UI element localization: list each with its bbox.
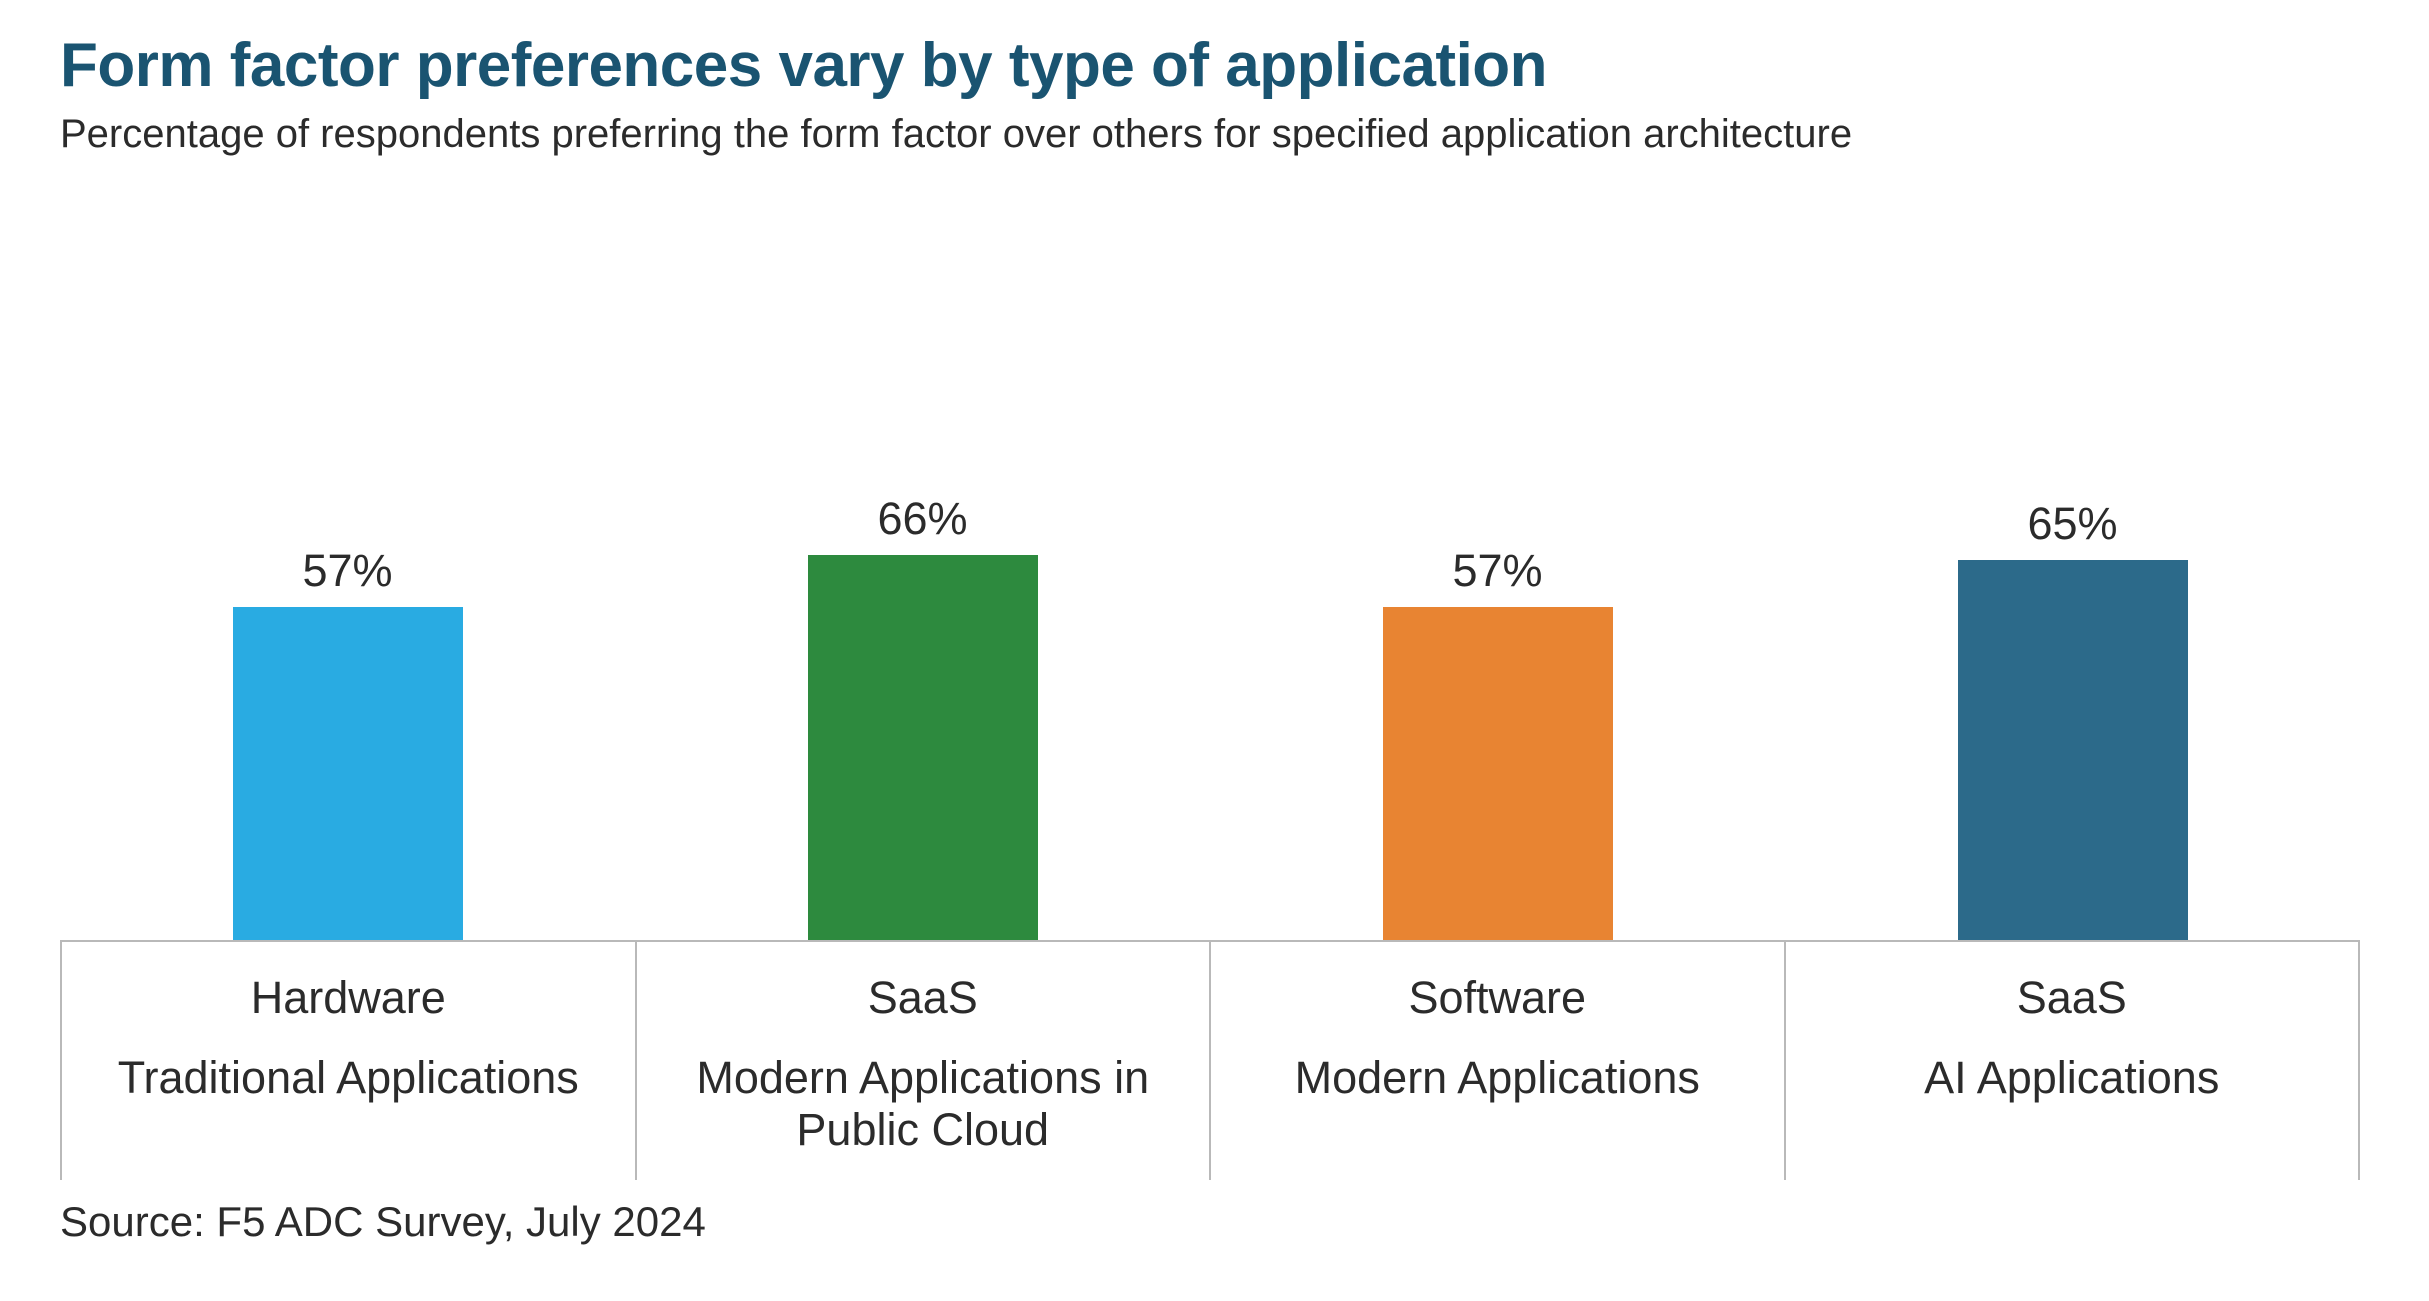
chart-bars: 57% 66% 57% 65%: [60, 210, 2360, 940]
bar-rect: [1383, 607, 1613, 940]
chart-x-axis: Hardware Traditional Applications SaaS M…: [60, 940, 2360, 1180]
bar-value-label: 57%: [1452, 545, 1542, 597]
bar-value-label: 66%: [877, 493, 967, 545]
form-factor-label: Hardware: [62, 972, 635, 1024]
category-label: Modern Applications: [1211, 1052, 1784, 1104]
category-label: Traditional Applications: [62, 1052, 635, 1104]
bar-rect: [233, 607, 463, 940]
category-label: AI Applications: [1786, 1052, 2359, 1104]
bar-slot-1: 66%: [635, 210, 1210, 940]
chart-plot-area: 57% 66% 57% 65% Hardware Traditional App…: [60, 210, 2360, 1240]
bar-value-label: 57%: [302, 545, 392, 597]
chart-source: Source: F5 ADC Survey, July 2024: [60, 1198, 706, 1246]
category-label: Modern Applications in Public Cloud: [637, 1052, 1210, 1156]
bar-rect: [808, 555, 1038, 940]
bar-slot-2: 57%: [1210, 210, 1785, 940]
form-factor-label: Software: [1211, 972, 1784, 1024]
x-axis-cell-0: Hardware Traditional Applications: [60, 940, 635, 1180]
form-factor-label: SaaS: [1786, 972, 2359, 1024]
bar-slot-3: 65%: [1785, 210, 2360, 940]
x-axis-cell-3: SaaS AI Applications: [1784, 940, 2361, 1180]
chart-subtitle: Percentage of respondents preferring the…: [60, 112, 1852, 157]
x-axis-cell-1: SaaS Modern Applications in Public Cloud: [635, 940, 1210, 1180]
chart-page: Form factor preferences vary by type of …: [0, 0, 2429, 1301]
form-factor-label: SaaS: [637, 972, 1210, 1024]
bar-value-label: 65%: [2027, 498, 2117, 550]
chart-title: Form factor preferences vary by type of …: [60, 30, 1547, 101]
bar-slot-0: 57%: [60, 210, 635, 940]
x-axis-cell-2: Software Modern Applications: [1209, 940, 1784, 1180]
bar-rect: [1958, 560, 2188, 940]
